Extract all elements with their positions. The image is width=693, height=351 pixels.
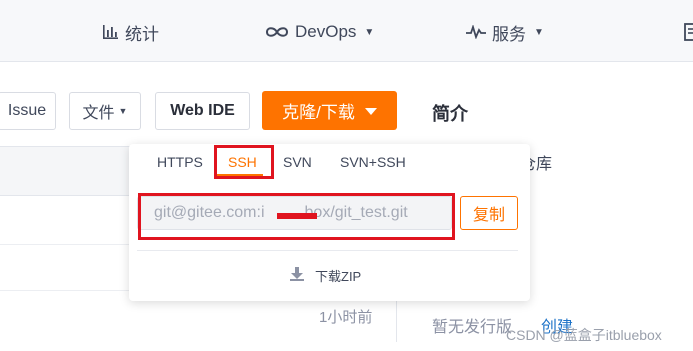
caret-down-icon (364, 101, 377, 121)
annotation-redaction (277, 213, 317, 219)
download-zip-label: 下载ZIP (315, 269, 362, 284)
issue-button-label: Issue (7, 102, 47, 119)
tab-svn[interactable]: SVN (283, 154, 312, 170)
download-icon (289, 266, 305, 285)
nav-doc[interactable] (684, 20, 693, 44)
bar-chart-icon (102, 24, 119, 40)
release-status: 暂无发行版 (432, 319, 513, 336)
tab-https[interactable]: HTTPS (157, 154, 203, 170)
file-button[interactable]: 文件 ▼ (69, 92, 141, 130)
chevron-down-icon: ▼ (534, 26, 544, 38)
nav-services[interactable]: 服务 ▼ (466, 20, 544, 44)
nav-services-label: 服务 (492, 24, 526, 44)
nav-devops-label: DevOps (295, 22, 357, 41)
clone-download-label: 克隆/下载 (282, 103, 355, 122)
infinity-icon (265, 25, 289, 39)
document-icon (684, 23, 693, 41)
annotation-highlight-ssh (214, 145, 274, 179)
web-ide-button[interactable]: Web IDE (155, 92, 250, 130)
nav-devops[interactable]: DevOps ▼ (265, 20, 374, 44)
chevron-down-icon: ▼ (364, 26, 375, 38)
tab-svn-ssh[interactable]: SVN+SSH (340, 154, 406, 170)
chevron-down-icon: ▼ (118, 106, 128, 116)
pulse-icon (466, 25, 486, 39)
clone-download-button[interactable]: 克隆/下载 (262, 91, 397, 130)
watermark-text: CSDN @蓝盒子itbluebox (506, 327, 662, 343)
web-ide-button-label: Web IDE (170, 102, 235, 119)
nav-stats-label: 统计 (125, 24, 159, 44)
commit-time: 1小时前 (319, 309, 373, 326)
nav-stats[interactable]: 统计 (102, 20, 159, 44)
copy-button-label: 复制 (472, 207, 505, 224)
file-button-label: 文件 (82, 105, 115, 122)
copy-button[interactable]: 复制 (460, 196, 518, 230)
download-zip-link[interactable]: 下载ZIP (289, 266, 361, 285)
issue-button[interactable]: Issue (0, 92, 56, 130)
dropdown-divider (137, 250, 518, 251)
intro-heading: 简介 (432, 104, 468, 124)
top-navigation: 统计 DevOps ▼ 服务 ▼ (0, 0, 693, 62)
